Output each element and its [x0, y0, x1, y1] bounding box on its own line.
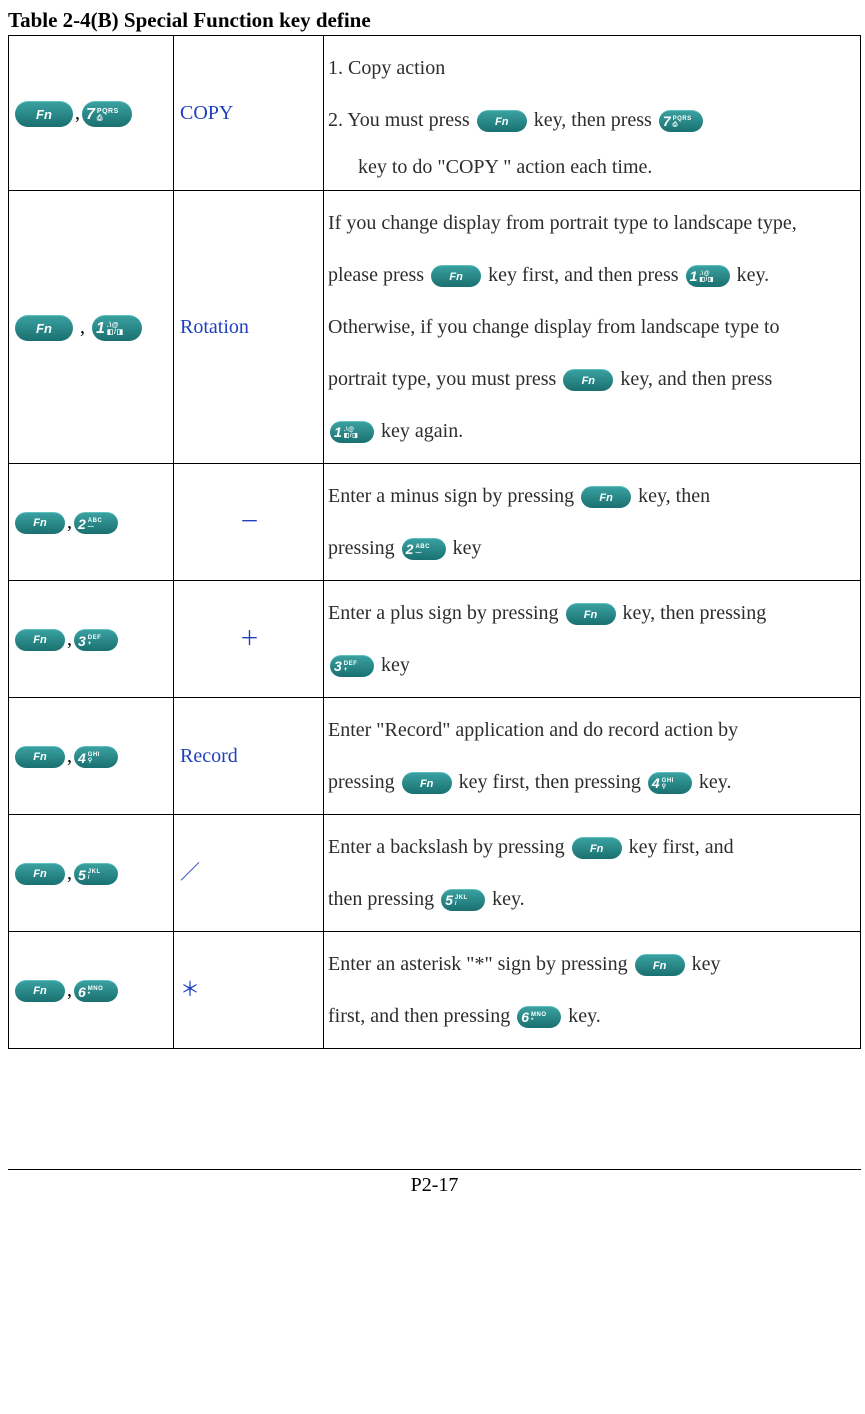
- key-7-icon: 7PQRS⎙: [659, 110, 703, 132]
- key-2-icon: 2ABC—: [74, 512, 118, 534]
- table-row: ,5JKL/／Enter a backslash by pressing key…: [9, 815, 861, 932]
- fn-key-icon: [15, 629, 65, 651]
- description-cell: Enter a minus sign by pressing key, then…: [324, 464, 861, 581]
- key-2-icon: 2ABC—: [402, 538, 446, 560]
- key-1-icon: 1.\@◧/◨: [92, 315, 142, 341]
- description-line: Enter a backslash by pressing key first,…: [328, 823, 856, 871]
- key-combo-cell: ,7PQRS⎙: [9, 36, 174, 191]
- fn-key-icon: [431, 265, 481, 287]
- page-number: P2-17: [8, 1174, 861, 1197]
- key-1-icon: 1.\@◧/◨: [686, 265, 730, 287]
- table-row: ,2ABC—－Enter a minus sign by pressing ke…: [9, 464, 861, 581]
- description-line: Enter "Record" application and do record…: [328, 706, 856, 754]
- function-name-cell: Rotation: [174, 191, 324, 464]
- key-4-icon: 4GHI⚲: [648, 772, 692, 794]
- description-line: Otherwise, if you change display from la…: [328, 303, 856, 351]
- table-row: , 1.\@◧/◨RotationIf you change display f…: [9, 191, 861, 464]
- key-5-icon: 5JKL/: [441, 889, 485, 911]
- description-cell: Enter "Record" application and do record…: [324, 698, 861, 815]
- table-row: ,6MNO*＊Enter an asterisk "*" sign by pre…: [9, 932, 861, 1049]
- function-name-cell: Record: [174, 698, 324, 815]
- key-6-icon: 6MNO*: [517, 1006, 561, 1028]
- footer-divider: [8, 1169, 861, 1170]
- key-3-icon: 3DEF+: [74, 629, 118, 651]
- description-line: Enter a minus sign by pressing key, then: [328, 472, 856, 520]
- table-title: Table 2-4(B) Special Function key define: [8, 8, 861, 33]
- description-line: Enter an asterisk "*" sign by pressing k…: [328, 940, 856, 988]
- key-4-icon: 4GHI⚲: [74, 746, 118, 768]
- description-cell: 1. Copy action2. You must press key, the…: [324, 36, 861, 191]
- description-line: pressing key first, then pressing 4GHI⚲ …: [328, 758, 856, 806]
- fn-key-icon: [563, 369, 613, 391]
- description-cell: If you change display from portrait type…: [324, 191, 861, 464]
- fn-key-icon: [15, 101, 73, 127]
- fn-key-icon: [581, 486, 631, 508]
- fn-key-icon: [402, 772, 452, 794]
- key-1-icon: 1.\@◧/◨: [330, 421, 374, 443]
- fn-key-icon: [477, 110, 527, 132]
- function-name-cell: COPY: [174, 36, 324, 191]
- table-row: ,3DEF+＋Enter a plus sign by pressing key…: [9, 581, 861, 698]
- description-line: pressing 2ABC— key: [328, 524, 856, 572]
- description-line: portrait type, you must press key, and t…: [328, 355, 856, 403]
- function-name-cell: ＋: [174, 581, 324, 698]
- fn-key-icon: [635, 954, 685, 976]
- function-name-cell: －: [174, 464, 324, 581]
- description-line: Enter a plus sign by pressing key, then …: [328, 589, 856, 637]
- fn-key-icon: [15, 863, 65, 885]
- description-line: 1.\@◧/◨ key again.: [328, 407, 856, 455]
- description-line: first, and then pressing 6MNO* key.: [328, 992, 856, 1040]
- description-line: then pressing 5JKL/ key.: [328, 875, 856, 923]
- description-line: please press key first, and then press 1…: [328, 251, 856, 299]
- function-table: ,7PQRS⎙COPY1. Copy action2. You must pre…: [8, 35, 861, 1049]
- key-combo-cell: , 1.\@◧/◨: [9, 191, 174, 464]
- function-name-cell: ／: [174, 815, 324, 932]
- fn-key-icon: [15, 980, 65, 1002]
- description-line: 3DEF+ key: [328, 641, 856, 689]
- fn-key-icon: [566, 603, 616, 625]
- key-combo-cell: ,3DEF+: [9, 581, 174, 698]
- description-cell: Enter a plus sign by pressing key, then …: [324, 581, 861, 698]
- table-row: ,4GHI⚲RecordEnter "Record" application a…: [9, 698, 861, 815]
- description-line: 1. Copy action: [328, 44, 856, 92]
- key-combo-cell: ,6MNO*: [9, 932, 174, 1049]
- key-combo-cell: ,4GHI⚲: [9, 698, 174, 815]
- description-cell: Enter an asterisk "*" sign by pressing k…: [324, 932, 861, 1049]
- description-cell: Enter a backslash by pressing key first,…: [324, 815, 861, 932]
- key-7-icon: 7PQRS⎙: [82, 101, 132, 127]
- key-3-icon: 3DEF+: [330, 655, 374, 677]
- key-combo-cell: ,5JKL/: [9, 815, 174, 932]
- key-6-icon: 6MNO*: [74, 980, 118, 1002]
- fn-key-icon: [15, 315, 73, 341]
- table-row: ,7PQRS⎙COPY1. Copy action2. You must pre…: [9, 36, 861, 191]
- key-5-icon: 5JKL/: [74, 863, 118, 885]
- key-combo-cell: ,2ABC—: [9, 464, 174, 581]
- function-name-cell: ＊: [174, 932, 324, 1049]
- description-line: If you change display from portrait type…: [328, 199, 856, 247]
- fn-key-icon: [572, 837, 622, 859]
- description-line: 2. You must press key, then press 7PQRS⎙: [328, 96, 856, 144]
- fn-key-icon: [15, 746, 65, 768]
- fn-key-icon: [15, 512, 65, 534]
